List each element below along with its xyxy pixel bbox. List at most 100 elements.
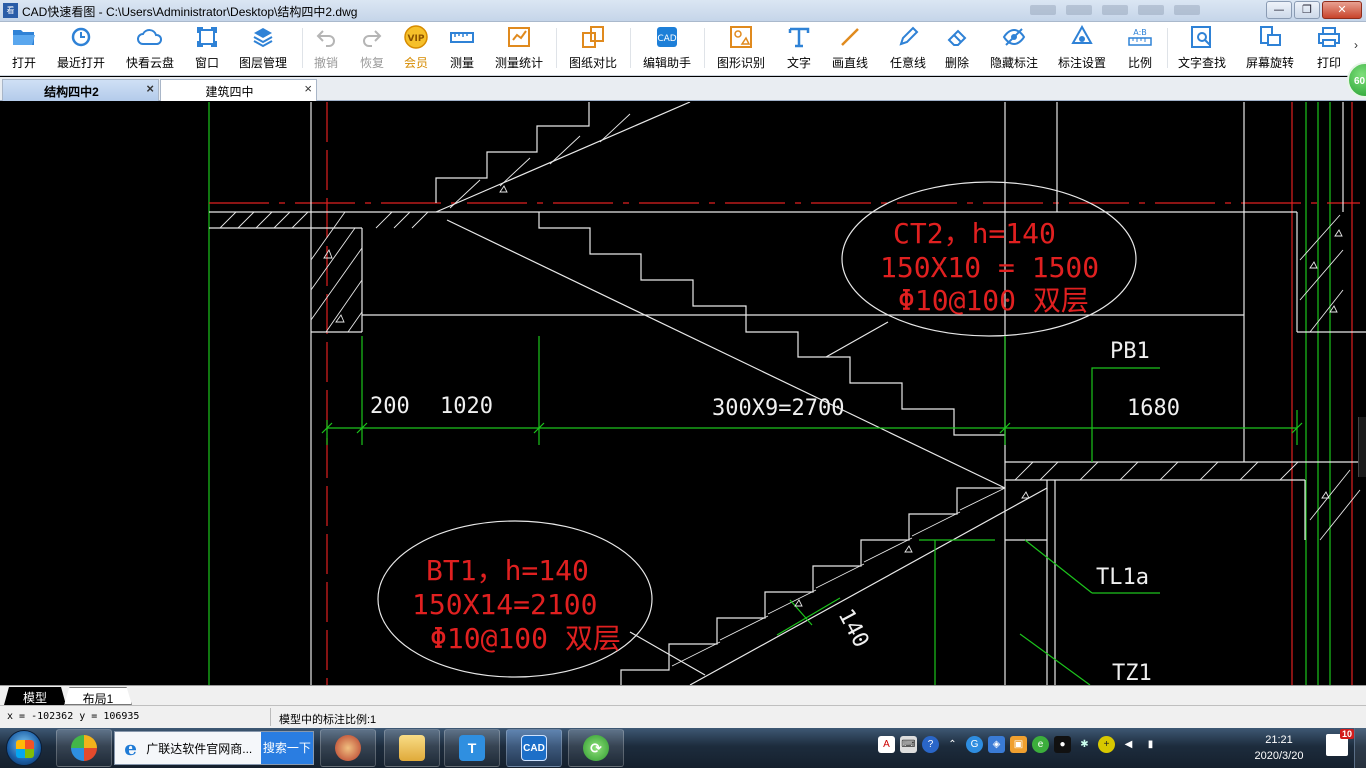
redo-label: 恢复 [359,56,384,70]
show-desktop-button[interactable] [1354,728,1366,768]
taskbar-browser-window[interactable]: e 广联达软件官网商... 搜索一下 [114,731,314,765]
speed-tray-icon[interactable]: e [1032,736,1049,753]
text-button[interactable]: 文字 [784,25,814,73]
text-search-label: 文字查找 [1177,56,1226,70]
open-label: 打开 [11,56,36,70]
taskbar-app-green[interactable]: ⟳ [568,729,624,767]
measure-label: 测量 [449,56,474,70]
dim-1680: 1680 [1127,396,1180,421]
tab-label: 建筑四中 [205,85,254,99]
compare-icon [580,25,606,49]
measure-stats-icon [506,25,532,49]
shape-recognize-icon [728,25,754,49]
close-button[interactable]: ✕ [1322,1,1362,19]
screen-rotate-label: 屏幕旋转 [1245,56,1294,70]
plus-tray-icon[interactable]: + [1098,736,1115,753]
network-signal-icon[interactable]: ▮ [1142,736,1159,753]
annotation-scale-text: 模型中的标注比例:1 [279,714,377,726]
hide-annotation-button[interactable]: 隐藏标注 [988,25,1040,73]
maximize-button[interactable]: ❐ [1294,1,1320,19]
tray-expand-icon[interactable]: ⌃ [944,736,961,753]
cursor-coordinates: x = -102362 y = 106935 [7,711,140,722]
taskbar-app-pinwheel[interactable] [56,729,112,767]
undo-icon [313,25,339,49]
minimize-button[interactable]: — [1266,1,1292,19]
ct2-rebar: Φ10@100 双层 [898,284,1089,317]
annotation-settings-button[interactable]: 标注设置 [1056,25,1108,73]
freehand-pen-icon [895,25,921,49]
taskbar-app-t[interactable]: T [444,729,500,767]
help-tray-icon[interactable]: ? [922,736,939,753]
taskbar-app-cad[interactable]: CAD [506,729,562,767]
tab-architecture-four[interactable]: 建筑四中 × [160,79,317,101]
edit-assistant-button[interactable]: CAD 编辑助手 [641,25,693,73]
recent-open-label: 最近打开 [56,56,105,70]
redo-button[interactable]: 恢复 [356,25,388,73]
svg-text:CAD: CAD [657,34,676,44]
text-search-button[interactable]: 文字查找 [1176,25,1228,73]
freehand-line-button[interactable]: 任意线 [888,25,928,73]
keyboard-tray-icon[interactable]: ⌨ [900,736,917,753]
screen-rotate-button[interactable]: 屏幕旋转 [1244,25,1296,73]
cloud-disk-button[interactable]: 快看云盘 [124,25,176,73]
tab-close-icon[interactable]: × [146,81,154,96]
taskbar-app-avatar[interactable] [320,729,376,767]
cloud-disk-label: 快看云盘 [125,56,174,70]
windows-taskbar: e 广联达软件官网商... 搜索一下 T CAD ⟳ A ⌨ ? ⌃ G ◈ ▣… [0,728,1366,768]
bluetooth-icon[interactable]: ✱ [1076,736,1093,753]
freehand-line-label: 任意线 [889,56,926,70]
cad-drawing-canvas[interactable]: 200 1020 300X9=2700 1680 PB1 TL1a TZ1 14… [0,102,1366,685]
window-menu-button[interactable]: 窗口 [192,25,222,73]
undo-button[interactable]: 撤销 [310,25,342,73]
shield-tray-icon[interactable]: ◈ [988,736,1005,753]
canvas-scroll-handle[interactable] [1358,417,1366,477]
measure-button[interactable]: 测量 [447,25,477,73]
notification-icon[interactable]: 10 [1326,729,1354,756]
search-now-button[interactable]: 搜索一下 [260,732,313,764]
window-icon [194,25,220,49]
volume-icon[interactable]: ◀ [1120,736,1137,753]
layout-tab-bar: 模型 布局1 [0,685,1366,705]
pdf-tray-icon[interactable]: A [878,736,895,753]
status-divider [270,708,271,726]
measure-stats-button[interactable]: 测量统计 [493,25,545,73]
system-clock[interactable]: 21:21 2020/3/20 [1240,732,1318,764]
tab-structure-four-2[interactable]: 结构四中2 × [2,79,159,101]
qq-penguin-icon[interactable]: ● [1054,736,1071,753]
recent-open-button[interactable]: 最近打开 [55,25,107,73]
ruler-icon [449,25,475,49]
print-button[interactable]: 打印 [1314,25,1344,73]
layers-icon [250,25,276,49]
vip-button[interactable]: VIP 会员 [401,25,431,73]
text-t-icon [786,25,812,49]
draw-line-button[interactable]: 画直线 [830,25,870,73]
toolbar-separator [1167,28,1168,68]
delete-button[interactable]: 删除 [942,25,972,73]
drawing-compare-button[interactable]: 图纸对比 [567,25,619,73]
status-bar: x = -102362 y = 106935 模型中的标注比例:1 [0,705,1366,728]
open-button[interactable]: 打开 [9,25,39,73]
title-bar: 看 CAD快速看图 - C:\Users\Administrator\Deskt… [0,0,1366,22]
shape-recognize-button[interactable]: 图形识别 [715,25,767,73]
vip-label: 会员 [403,56,428,70]
menu-ghost [1030,3,1250,17]
line-icon [837,25,863,49]
tab-layout1[interactable]: 布局1 [64,687,132,705]
tab-close-icon[interactable]: × [304,81,312,96]
window-controls: — ❐ ✕ [1266,1,1362,19]
main-toolbar: 打开 最近打开 快看云盘 窗口 图层管理 撤销 恢复 VIP 会员 测量 测量统… [0,22,1366,76]
app-tray-icon[interactable]: ▣ [1010,736,1027,753]
layer-manager-button[interactable]: 图层管理 [237,25,289,73]
edit-assistant-icon: CAD [654,25,680,49]
toolbar-overflow-chevron-icon[interactable]: › [1354,38,1358,52]
text-label: 文字 [786,56,811,70]
clock-time: 21:21 [1265,734,1293,746]
scale-button[interactable]: A:B 比例 [1125,25,1155,73]
tab-model[interactable]: 模型 [4,687,66,705]
svg-text:A:B: A:B [1133,28,1147,37]
system-tray: A ⌨ ? ⌃ G ◈ ▣ e ● ✱ + ◀ ▮ [878,736,1159,753]
start-button[interactable] [6,730,42,766]
ie-browser-icon: e [124,736,137,760]
browser-tray-icon[interactable]: G [966,736,983,753]
taskbar-app-explorer[interactable] [384,729,440,767]
